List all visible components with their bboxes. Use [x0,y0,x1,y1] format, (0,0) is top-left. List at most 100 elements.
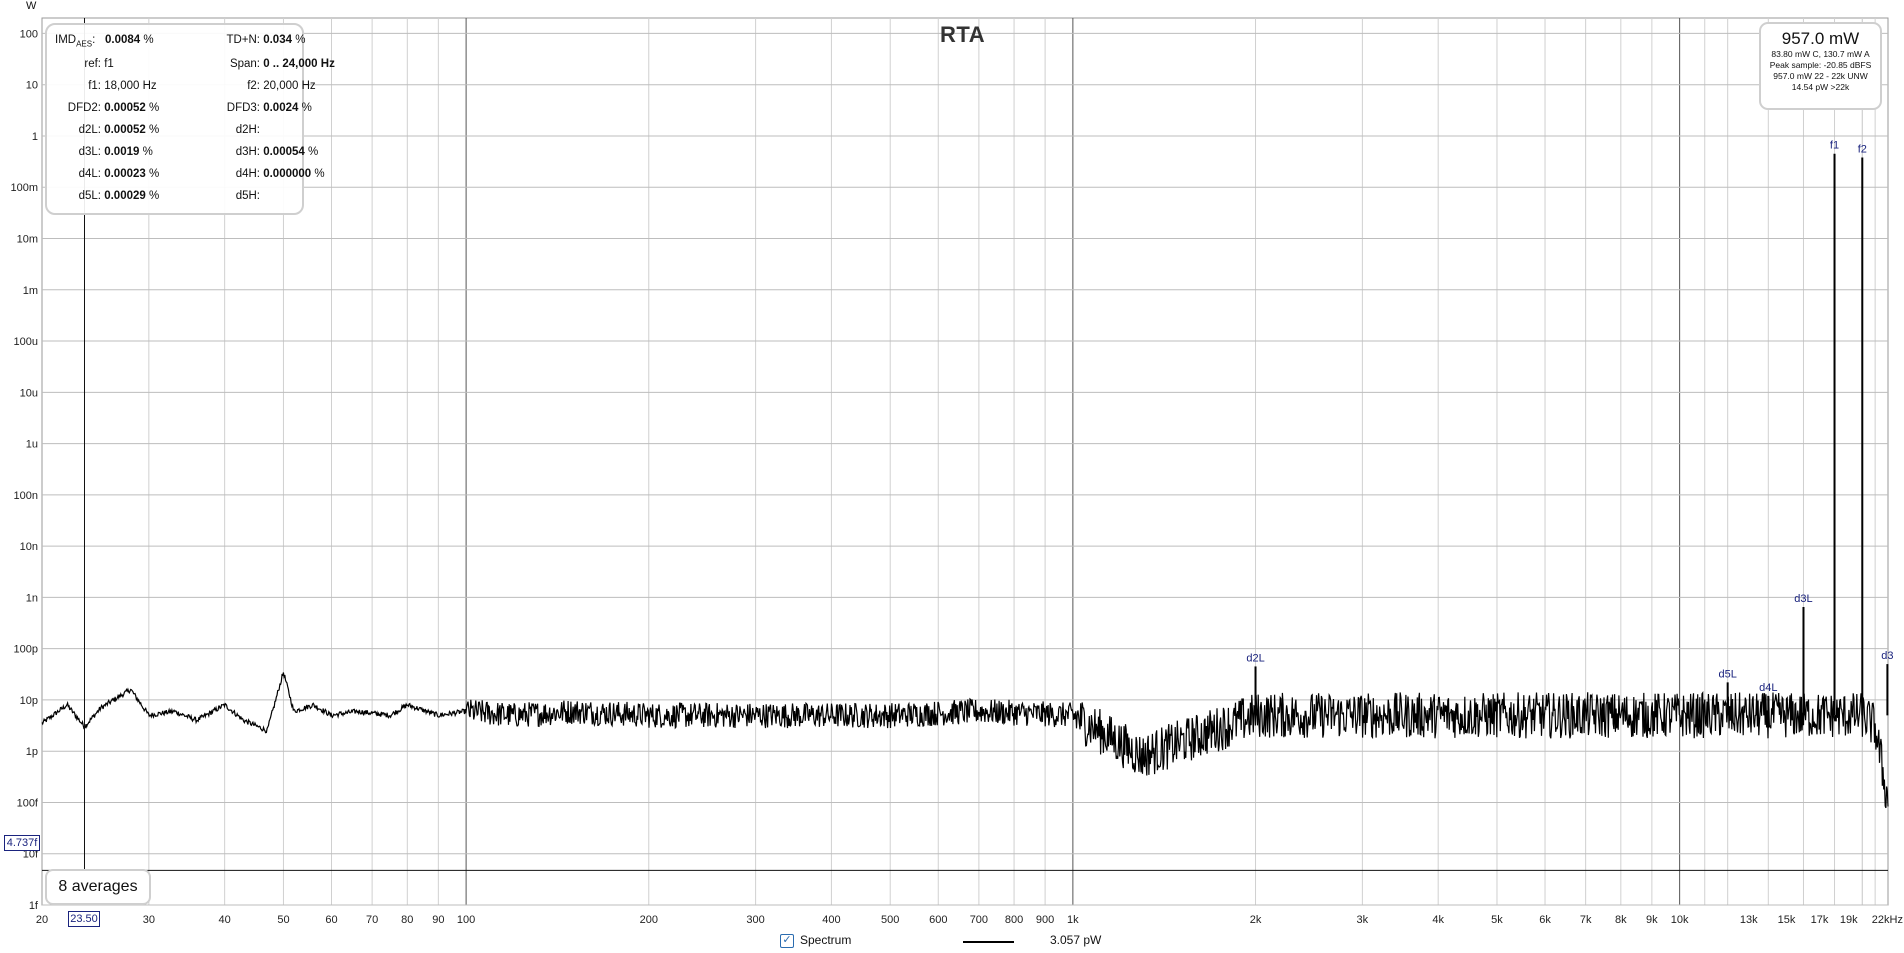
percent-unit: % [143,34,154,46]
x-tick-label: 19k [1840,914,1858,926]
x-tick-label: 900 [1036,914,1054,926]
y-tick-label: 10 [26,80,38,92]
imd-label: IMD [55,34,77,46]
y-tick-label: 10m [17,234,38,246]
x-tick-label: 90 [432,914,444,926]
x-tick-label: 20 [36,914,48,926]
spectrum-trace [41,672,1889,809]
d5l-label: d5L: [78,190,101,202]
percent-unit: % [148,102,160,114]
x-tick-label: 300 [746,914,764,926]
y-tick-label: 1n [26,592,38,604]
spectrum-checkbox[interactable]: ✓ [780,934,794,948]
x-tick-label: 800 [1005,914,1023,926]
x-tick-label: 5k [1491,914,1503,926]
d5h-label: d5H: [235,190,260,202]
peak-label-d3L: d3L [1794,593,1812,605]
span-label: Span: [229,58,260,70]
f1-label: f1: [88,80,101,92]
x-tick-label: 30 [143,914,155,926]
peak-label-d3: d3 [1881,650,1893,662]
d4h-value: 0.000000 [263,168,312,180]
x-tick-labels: 20 30 40 50 60 70 80 90 100 200 300 400 500 600 700 800… [36,914,1903,926]
ref-value: f1 [104,58,114,70]
span-value: 0 .. 24,000 [263,58,318,70]
x-tick-label: 40 [219,914,231,926]
ref-label: ref: [84,58,101,70]
power-main-value: 957.0 mW [1781,29,1860,48]
measurement-panel: IMDAES: 0.0084 % TD+N: 0.034 % ref: f1 S… [45,23,335,215]
x-tick-label: 17k [1811,914,1829,926]
power-line-3: 957.0 mW 22 - 22k UNW [1773,71,1868,81]
x-tick-label: 1k [1067,914,1079,926]
peak-label-f2: f2 [1858,144,1867,156]
y-tick-label: 1 [32,131,38,143]
power-summary-box: 957.0 mW 83.80 mW C, 130.7 mW A Peak sam… [1759,22,1882,110]
tdn-label: TD+N: [226,34,260,46]
x-tick-label: 600 [929,914,947,926]
x-tick-label: 80 [401,914,413,926]
x-tick-label: 70 [366,914,378,926]
x-tick-label: 13k [1740,914,1758,926]
cursor-y-readout: 4.737f [4,835,40,851]
d3l-value: 0.0019 [104,146,140,158]
tdn-value: 0.034 [263,34,292,46]
d3h-value: 0.00054 [263,146,305,158]
dfd2-label: DFD2: [67,102,101,114]
y-tick-label: 100 [20,28,38,40]
x-tick-label: 500 [881,914,899,926]
imd-row: IMDAES: [55,34,96,49]
power-line-2: Peak sample: -20.85 dBFS [1769,60,1872,70]
power-line-1: 83.80 mW C, 130.7 mW A [1771,49,1870,59]
dfd3-label: DFD3: [226,102,260,114]
y-tick-label: 10p [20,695,38,707]
x-tick-label: 6k [1539,914,1551,926]
grid-lines [41,17,1889,906]
x-tick-label: 15k [1778,914,1796,926]
d3h-label: d3H: [235,146,260,158]
cursor-x-readout: 23.50 [68,911,100,927]
y-tick-label: 1p [26,746,38,758]
f1-value: 18,000 Hz [104,80,157,92]
d2l-label: d2L: [78,124,101,136]
x-tick-label: 8k [1615,914,1627,926]
percent-unit: % [148,190,160,202]
y-tick-label: 100u [14,336,38,348]
crosshair-cursor[interactable] [42,18,1888,905]
x-tick-label: 100 [457,914,475,926]
percent-unit: % [148,124,160,136]
y-tick-label: 1f [29,900,39,912]
d3l-label: d3L: [78,146,101,158]
f2-value: 20,000 Hz [263,80,316,92]
averages-badge[interactable]: 8 averages [45,869,151,905]
percent-unit: % [314,168,325,180]
x-tick-label: 22kHz [1872,914,1903,926]
x-tick-label: 50 [277,914,289,926]
y-tick-labels: 100 10 1 100m 10m 1m 100u 10u 1u 100n 10n 1n 100p 10p… [10,28,38,912]
legend-spectrum-label[interactable]: Spectrum [800,933,851,947]
imd-sub: AES [76,39,93,49]
dfd3-value: 0.0024 [263,102,299,114]
plot-frame [41,17,1889,906]
legend-value: 3.057 pW [1050,933,1102,947]
percent-unit: % [307,146,319,158]
legend-line-swatch [963,941,1014,943]
d4h-label: d4H: [235,168,260,180]
span-unit: Hz [320,58,335,70]
d2l-value: 0.00052 [104,124,146,136]
y-tick-label: 1m [23,285,38,297]
y-tick-label: 100p [14,644,38,656]
x-tick-label: 3k [1357,914,1369,926]
percent-unit: % [148,168,160,180]
x-tick-label: 2k [1250,914,1262,926]
f2-label: f2: [247,80,260,92]
peak-label-d5L: d5L [1718,668,1736,680]
y-tick-label: 100f [17,797,39,809]
d5l-value: 0.00029 [104,190,146,202]
d4l-label: d4L: [78,168,101,180]
y-unit-label: W [26,0,37,12]
d2h-label: d2H: [235,124,260,136]
percent-unit: % [142,146,153,158]
peak-label-d4L: d4L [1759,682,1777,694]
y-tick-label: 10n [20,541,38,553]
